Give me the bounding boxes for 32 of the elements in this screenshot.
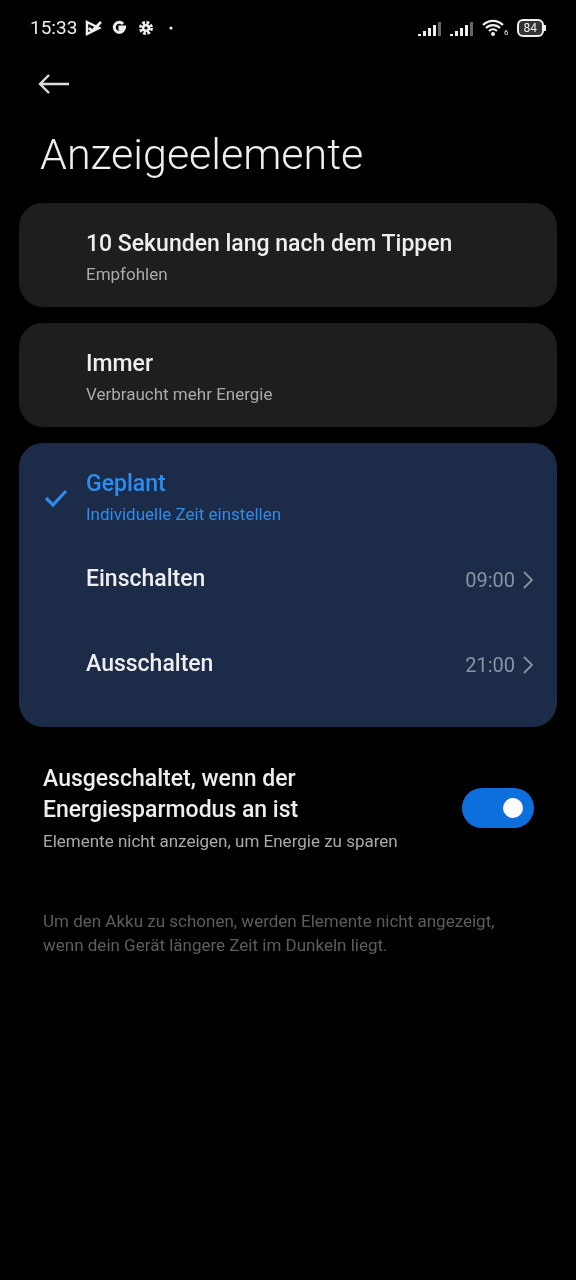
option-subtitle: Empfohlen [86,263,169,286]
schedule-row[interactable]: Ausschalten 21:00 [19,622,557,707]
signal-icon [418,20,442,36]
footer-note: Um den Akku zu schonen, werden Elemente nicht angezeigt, wenn dein Gerät längere Zeit im Dunkeln liegt. [42,910,496,957]
option-title: Immer [86,349,155,379]
wifi-icon [482,19,504,37]
schedule-time: 21:00 [465,651,515,679]
settings-icon [137,19,156,37]
option-subtitle: Verbraucht mehr Energie [86,383,273,406]
chevron-right-icon [523,655,533,674]
option-card[interactable]: Geplant Individuelle Zeit einstellen Einschalten 09:00 Ausschalten 21:00 [19,443,557,727]
toggle-switch[interactable] [462,788,534,828]
play-check-icon [85,20,104,36]
setting-description: Elemente nicht anzeigen, um Energie zu sparen [43,830,399,853]
option-card[interactable]: Immer Verbraucht mehr Energie [19,323,557,427]
option-title: Geplant [86,469,167,499]
schedule-label: Ausschalten [86,649,214,680]
option-title: 10 Sekunden lang nach dem Tippen [86,229,453,259]
schedule-label: Einschalten [86,564,206,595]
wifi-label: 6 [504,29,509,37]
schedule-row[interactable]: Einschalten 09:00 [19,537,557,622]
option-subtitle: Individuelle Zeit einstellen [86,503,282,526]
schedule-time: 09:00 [465,566,515,594]
page-title: Anzeigeelemente [40,128,365,180]
setting-title: Ausgeschaltet, wenn der Energiesparmodus an ist [43,764,300,825]
status-time: 15:33 [30,14,78,41]
signal-icon [450,20,474,36]
check-icon [43,489,68,507]
battery-indicator: 84 [516,19,546,37]
chevron-right-icon [523,570,533,589]
back-arrow-icon [38,73,70,95]
option-card[interactable]: 10 Sekunden lang nach dem Tippen Empfohlen [19,203,557,307]
